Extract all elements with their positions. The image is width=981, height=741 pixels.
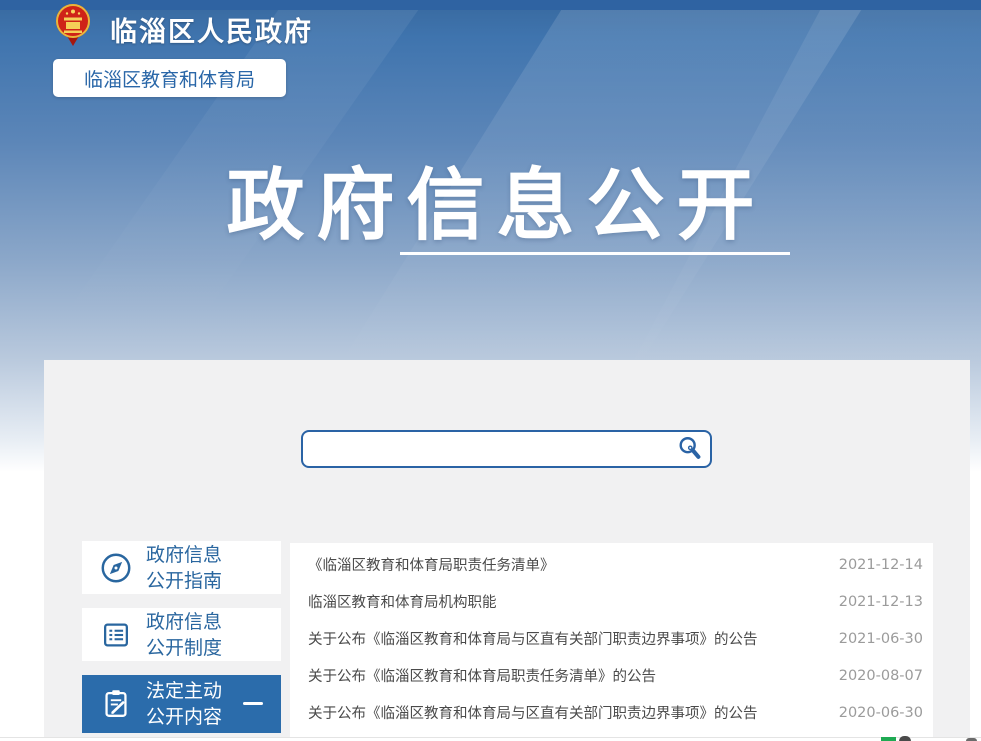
document-list-icon [99,618,133,652]
page: 临淄区人民政府 临淄区教育和体育局 政府信息公开 [0,0,981,741]
search-button[interactable] [676,434,710,464]
article-date: 2021-12-14 [827,557,923,573]
sidebar-item-guide[interactable]: 政府信息 公开指南 [82,541,281,594]
minus-icon[interactable] [243,702,263,705]
sidebar-item-label: 政府信息 公开制度 [146,609,222,661]
list-item[interactable]: 关于公布《临淄区教育和体育局与区直有关部门职责边界事项》的公告 2021-06-… [290,620,933,657]
national-emblem-icon [52,2,94,46]
footer-icon-cutoff [899,736,911,741]
article-title[interactable]: 关于公布《临淄区教育和体育局与区直有关部门职责边界事项》的公告 [308,702,758,723]
sidebar-item-rules[interactable]: 政府信息 公开制度 [82,608,281,661]
clipboard-pencil-icon [99,687,133,721]
site-brand[interactable]: 临淄区人民政府 [52,2,313,49]
title-underline [400,252,790,255]
site-name: 临淄区人民政府 [110,10,313,49]
article-title[interactable]: 关于公布《临淄区教育和体育局职责任务清单》的公告 [308,665,656,686]
article-title[interactable]: 《临淄区教育和体育局职责任务清单》 [308,554,555,575]
search-input[interactable] [303,432,676,466]
footer-icon-cutoff-green [881,737,896,741]
article-date: 2021-06-30 [827,631,923,647]
sidebar-item-label: 政府信息 公开指南 [146,542,222,594]
sidebar-item-statutory-disclosure[interactable]: 法定主动 公开内容 [82,675,281,733]
list-item[interactable]: 关于公布《临淄区教育和体育局职责任务清单》的公告 2020-08-07 [290,657,933,694]
search-box [301,430,712,468]
article-date: 2020-06-30 [827,705,923,721]
article-title[interactable]: 关于公布《临淄区教育和体育局与区直有关部门职责边界事项》的公告 [308,628,758,649]
compass-icon [99,551,133,585]
list-item[interactable]: 关于公布《临淄区教育和体育局与区直有关部门职责边界事项》的公告 2020-06-… [290,694,933,731]
article-date: 2021-12-13 [827,594,923,610]
article-title[interactable]: 临淄区教育和体育局机构职能 [308,591,497,612]
list-item[interactable]: 临淄区教育和体育局机构职能 2021-12-13 [290,583,933,620]
page-title: 政府信息公开 [0,143,981,255]
sidebar-item-label: 法定主动 公开内容 [146,678,222,730]
article-date: 2020-08-07 [827,668,923,684]
article-list: 《临淄区教育和体育局职责任务清单》 2021-12-14 临淄区教育和体育局机构… [290,543,933,737]
footer-strip-cutoff [0,737,981,741]
sidebar: 政府信息 公开指南 政府信息 公开制度 [82,541,281,733]
department-tab-button[interactable]: 临淄区教育和体育局 [53,59,286,97]
magnifier-icon [677,435,703,461]
content-panel: 政府信息 公开指南 政府信息 公开制度 [44,360,970,737]
list-item[interactable]: 《临淄区教育和体育局职责任务清单》 2021-12-14 [290,546,933,583]
